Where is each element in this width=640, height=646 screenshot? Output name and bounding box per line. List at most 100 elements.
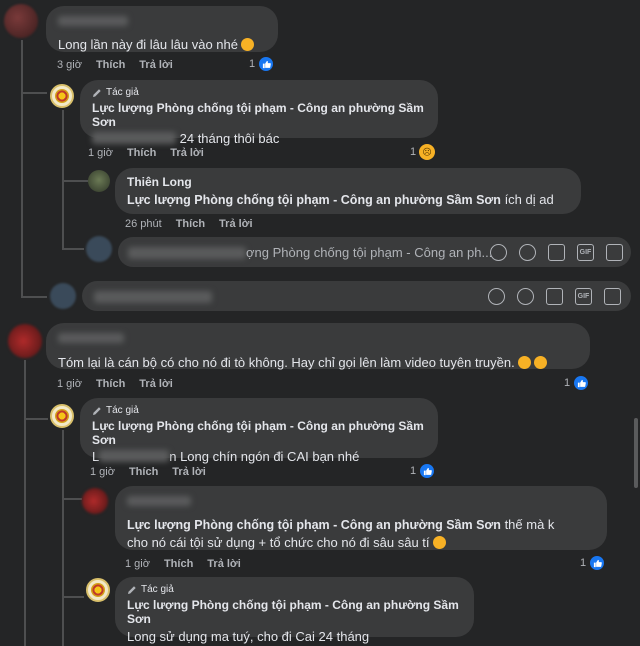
rofl-emoji-icon	[432, 536, 446, 549]
reply-bubble: Tác giả Lực lượng Phòng chống tội phạm -…	[80, 80, 438, 146]
police-avatar[interactable]	[50, 404, 74, 428]
reply-button[interactable]: Trả lời	[170, 147, 204, 159]
author-badge: Tác giả	[106, 405, 139, 416]
gif-icon[interactable]: GIF	[577, 244, 594, 261]
reply-text: 24 tháng thôi bác	[179, 131, 280, 146]
avatar[interactable]	[4, 4, 38, 38]
like-button[interactable]: Thích	[96, 59, 125, 71]
like-button[interactable]: Thích	[176, 218, 205, 230]
reply-bubble: Tác giả Lực lượng Phòng chống tội phạm -…	[115, 577, 474, 644]
timestamp[interactable]: 1 giờ	[57, 378, 82, 390]
reply-text: Long sử dụng ma tuý, cho đi Cai 24 tháng	[127, 629, 370, 644]
reaction-count[interactable]: 1	[580, 555, 606, 571]
timestamp[interactable]: 3 giờ	[57, 59, 82, 71]
like-reaction-icon	[419, 463, 436, 479]
reply-bubble: Lực lượng Phòng chống tội phạm - Công an…	[115, 486, 607, 550]
reply-input[interactable]: ợng Phòng chống tội phạm - Công an ph...…	[118, 237, 631, 267]
avatar[interactable]	[8, 324, 42, 358]
reply-actions: 1 giờ Thích Trả lời	[90, 466, 206, 478]
like-reaction-icon	[589, 555, 606, 571]
laughing-emoji-icon	[240, 38, 254, 51]
police-avatar[interactable]	[86, 578, 110, 602]
reply-button[interactable]: Trả lời	[139, 59, 173, 71]
avatar-sticker-icon[interactable]	[490, 244, 507, 261]
avatar-sticker-icon[interactable]	[488, 288, 505, 305]
reaction-count[interactable]: 1	[564, 375, 590, 391]
timestamp[interactable]: 1 giờ	[90, 466, 115, 478]
camera-icon[interactable]	[548, 244, 565, 261]
reaction-count[interactable]: 1 ☹	[410, 144, 436, 160]
comment-actions: 3 giờ Thích Trả lời	[57, 59, 173, 71]
mention-link[interactable]: Lực lượng Phòng chống tội phạm - Công an…	[127, 518, 501, 532]
like-button[interactable]: Thích	[164, 558, 193, 570]
author-name-blurred[interactable]	[127, 493, 595, 511]
reply-button[interactable]: Trả lời	[219, 218, 253, 230]
author-name-blurred[interactable]	[58, 13, 266, 31]
reaction-number: 1	[580, 557, 587, 569]
thread-line	[24, 360, 26, 646]
emoji-icon[interactable]	[517, 288, 534, 305]
author-name[interactable]: Thiên Long	[127, 175, 569, 189]
reaction-number: 1	[410, 146, 417, 158]
reply-text-prefix: L	[92, 449, 100, 464]
mention-blurred[interactable]	[99, 450, 170, 462]
rofl-emoji-icon	[533, 356, 547, 369]
avatar[interactable]	[88, 170, 110, 192]
author-name[interactable]: Lực lượng Phòng chống tội phạm - Công an…	[127, 598, 462, 626]
thread-line	[62, 596, 84, 598]
like-button[interactable]: Thích	[127, 147, 156, 159]
like-button[interactable]: Thích	[129, 466, 158, 478]
current-user-avatar[interactable]	[50, 283, 76, 309]
like-reaction-icon	[573, 375, 590, 391]
sticker-icon[interactable]	[606, 244, 623, 261]
thread-line	[21, 40, 23, 298]
author-badge: Tác giả	[141, 584, 174, 595]
avatar[interactable]	[82, 488, 108, 514]
thread-line	[21, 296, 47, 298]
reply-button[interactable]: Trả lời	[207, 558, 241, 570]
reply-bubble: Tác giả Lực lượng Phòng chống tội phạm -…	[80, 398, 438, 464]
reaction-number: 1	[410, 465, 417, 477]
timestamp[interactable]: 1 giờ	[88, 147, 113, 159]
comment-bubble: Long lần này đi lâu lâu vào nhé	[46, 6, 278, 52]
reply-input[interactable]: GIF	[82, 281, 631, 311]
reply-bubble: Thiên Long Lực lượng Phòng chống tội phạ…	[115, 168, 581, 214]
like-button[interactable]: Thích	[96, 378, 125, 390]
timestamp[interactable]: 26 phút	[125, 218, 162, 230]
thread-line	[62, 248, 84, 250]
sticker-icon[interactable]	[604, 288, 621, 305]
timestamp[interactable]: 1 giờ	[125, 558, 150, 570]
comment-text: Long lần này đi lâu lâu vào nhé	[58, 37, 238, 52]
pencil-icon	[93, 88, 101, 97]
police-avatar[interactable]	[50, 84, 74, 108]
mention-blurred[interactable]	[92, 132, 176, 144]
reaction-number: 1	[249, 58, 256, 70]
comment-text: Tóm lại là cán bộ có cho nó đi tò không.…	[58, 355, 515, 370]
author-badge: Tác giả	[106, 87, 139, 98]
mention-link[interactable]: Lực lượng Phòng chống tội phạm - Công an…	[127, 193, 501, 207]
camera-icon[interactable]	[546, 288, 563, 305]
reply-input-text: ợng Phòng chống tội phạm - Công an ph...	[246, 245, 492, 260]
author-name[interactable]: Lực lượng Phòng chống tội phạm - Công an…	[92, 419, 426, 447]
reaction-count[interactable]: 1	[410, 463, 436, 479]
scrollbar[interactable]	[634, 418, 638, 488]
emoji-icon[interactable]	[519, 244, 536, 261]
thread-line	[62, 498, 82, 500]
rofl-emoji-icon	[517, 356, 531, 369]
reply-button[interactable]: Trả lời	[172, 466, 206, 478]
thread-line	[62, 430, 64, 646]
pencil-icon	[93, 406, 101, 415]
author-name-blurred[interactable]	[58, 330, 578, 348]
reaction-count[interactable]: 1	[249, 56, 275, 72]
author-name[interactable]: Lực lượng Phòng chống tội phạm - Công an…	[92, 101, 426, 129]
reply-input-mention: ợng Phòng chống tội phạm - Công an ph...	[246, 245, 493, 260]
current-user-avatar[interactable]	[86, 236, 112, 262]
reply-text-line2: cho nó cái tội sử dụng + tổ chức cho nó …	[127, 535, 430, 550]
like-reaction-icon	[258, 56, 275, 72]
thread-line	[62, 180, 88, 182]
reply-text: ích dị ad	[504, 192, 554, 207]
reply-button[interactable]: Trả lời	[139, 378, 173, 390]
thread-line	[21, 92, 47, 94]
gif-icon[interactable]: GIF	[575, 288, 592, 305]
reply-text: n Long chín ngón đi CAI bạn nhé	[169, 449, 360, 464]
